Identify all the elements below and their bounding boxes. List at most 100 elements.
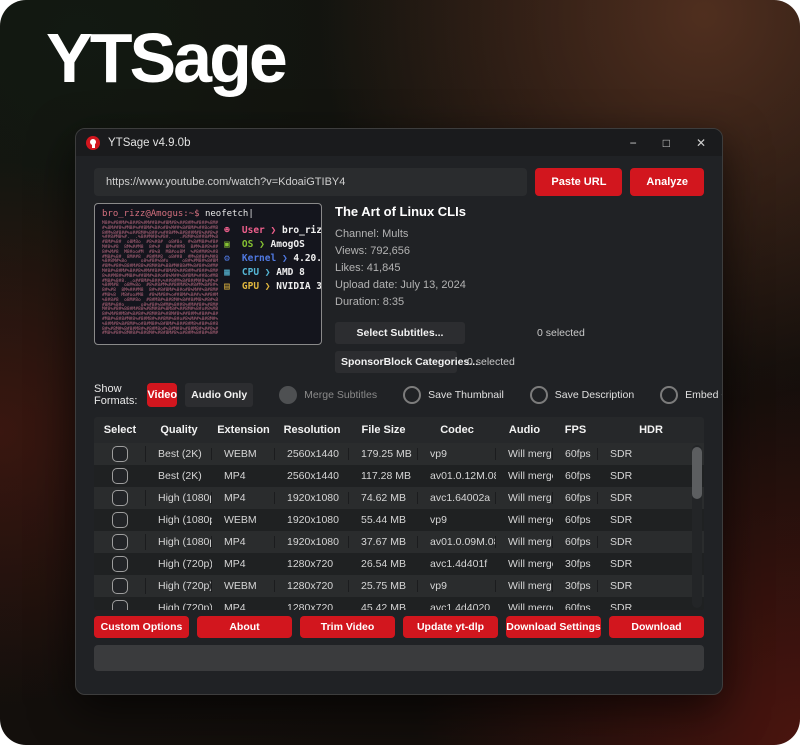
table-row[interactable]: High (720p)MP41280x72045.42 MBavc1.4d402… [94, 597, 704, 610]
row-checkbox[interactable] [112, 512, 128, 528]
select-cell [94, 534, 146, 550]
fps-cell: 60fps [553, 602, 598, 610]
codec-cell: avc1.4d401f [418, 558, 496, 570]
sponsorblock-button[interactable]: SponsorBlock Categories... [335, 351, 457, 373]
hdr-cell: SDR [598, 580, 704, 592]
table-row[interactable]: High (720p)WEBM1280x72025.75 MBvp9Will m… [94, 575, 704, 597]
maximize-button[interactable]: □ [663, 137, 670, 149]
table-row[interactable]: Best (2K)MP42560x1440117.28 MBav01.0.12M… [94, 465, 704, 487]
close-button[interactable]: ✕ [696, 137, 706, 149]
video-format-button[interactable]: Video [147, 383, 177, 407]
app-window: YTSage v4.9.0b − □ ✕ Paste URL Analyze b… [75, 128, 723, 695]
download-button[interactable]: Download [609, 616, 704, 638]
select-cell [94, 600, 146, 610]
checkbox-circle-icon[interactable] [530, 386, 548, 404]
video-info: The Art of Linux CLIs Channel: MultsView… [335, 203, 704, 373]
hdr-cell: SDR [598, 558, 704, 570]
checkbox-label: Save Description [555, 389, 634, 401]
column-header-audio: Audio [496, 424, 553, 436]
table-row[interactable]: High (1080p)MP41920x108037.67 MBav01.0.0… [94, 531, 704, 553]
gpu-icon: ▤ [224, 280, 236, 294]
table-row[interactable]: Best (2K)WEBM2560x1440179.25 MBvp9Will m… [94, 443, 704, 465]
analyze-button[interactable]: Analyze [630, 168, 704, 196]
table-row[interactable]: High (1080p)MP41920x108074.62 MBavc1.640… [94, 487, 704, 509]
paste-url-button[interactable]: Paste URL [535, 168, 622, 196]
column-header-file-size: File Size [349, 424, 418, 436]
video-meta-line: Upload date: July 13, 2024 [335, 277, 704, 294]
resolution-cell: 1280x720 [275, 602, 349, 610]
checkbox-save-description[interactable]: Save Description [530, 386, 634, 404]
table-header-row: SelectQualityExtensionResolutionFile Siz… [94, 417, 704, 443]
row-checkbox[interactable] [112, 446, 128, 462]
spec-line-kernel: ⚙ Kernel ❯ 4.20.69 [224, 252, 322, 266]
about-button[interactable]: About [197, 616, 292, 638]
filesize-cell: 55.44 MB [349, 514, 418, 526]
audio-cell: Will merge ... [496, 580, 553, 592]
checkbox-circle-icon[interactable] [403, 386, 421, 404]
window-controls: − □ ✕ [630, 137, 712, 149]
quality-cell: High (720p) [146, 558, 212, 570]
row-checkbox[interactable] [112, 556, 128, 572]
filesize-cell: 25.75 MB [349, 580, 418, 592]
url-input[interactable] [94, 168, 527, 196]
sponsorblock-row: SponsorBlock Categories... 0 selected [335, 351, 704, 373]
filesize-cell: 26.54 MB [349, 558, 418, 570]
row-checkbox[interactable] [112, 490, 128, 506]
row-checkbox[interactable] [112, 534, 128, 550]
window-titlebar: YTSage v4.9.0b − □ ✕ [76, 129, 722, 156]
terminal-prompt: bro_rizz@Amogus:~$ neofetch| [102, 209, 314, 219]
resolution-cell: 1280x720 [275, 558, 349, 570]
extension-cell: WEBM [212, 514, 275, 526]
audio-only-button[interactable]: Audio Only [185, 383, 253, 407]
action-buttons-row: Custom Options About Trim Video Update yt-d… [94, 616, 704, 638]
resolution-cell: 2560x1440 [275, 448, 349, 460]
extension-cell: WEBM [212, 448, 275, 460]
audio-cell: Will merge ... [496, 470, 553, 482]
media-row: bro_rizz@Amogus:~$ neofetch| M8#%#8#M#%8… [94, 203, 704, 373]
checkbox-save-thumbnail[interactable]: Save Thumbnail [403, 386, 504, 404]
select-cell [94, 446, 146, 462]
filesize-cell: 179.25 MB [349, 448, 418, 460]
extension-cell: MP4 [212, 602, 275, 610]
codec-cell: avc1.4d4020 [418, 602, 496, 610]
codec-cell: vp9 [418, 580, 496, 592]
trim-video-button[interactable]: Trim Video [300, 616, 395, 638]
row-checkbox[interactable] [112, 578, 128, 594]
spec-line-os: ▣ OS ❯ AmogOS [224, 238, 322, 252]
minimize-button[interactable]: − [630, 137, 637, 149]
sponsorblock-count: 0 selected [467, 356, 515, 368]
formats-row: Show Formats: Video Audio Only Merge Sub… [94, 383, 704, 407]
filesize-cell: 117.28 MB [349, 470, 418, 482]
quality-cell: High (720p) [146, 602, 212, 610]
table-row[interactable]: High (720p)MP41280x72026.54 MBavc1.4d401… [94, 553, 704, 575]
quality-cell: High (720p) [146, 580, 212, 592]
formats-table: SelectQualityExtensionResolutionFile Siz… [94, 417, 704, 610]
codec-cell: vp9 [418, 514, 496, 526]
video-meta-line: Duration: 8:35 [335, 294, 704, 311]
checkbox-label: Merge Subtitles [304, 389, 377, 401]
column-header-extension: Extension [212, 424, 275, 436]
custom-options-button[interactable]: Custom Options [94, 616, 189, 638]
checkbox-label: Save Thumbnail [428, 389, 504, 401]
update-yt-dlp-button[interactable]: Update yt-dlp [403, 616, 498, 638]
table-scrollbar[interactable] [692, 445, 702, 608]
audio-cell: Will merge ... [496, 514, 553, 526]
page-background: YTSage YTSage v4.9.0b − □ ✕ Paste URL An… [0, 0, 800, 745]
table-row[interactable]: High (1080p)WEBM1920x108055.44 MBvp9Will… [94, 509, 704, 531]
hero-title: YTSage [46, 18, 285, 98]
download-settings-button[interactable]: Download Settings [506, 616, 601, 638]
subtitles-count: 0 selected [537, 327, 585, 339]
window-title: YTSage v4.9.0b [108, 137, 190, 149]
video-meta-line: Views: 792,656 [335, 243, 704, 260]
select-cell [94, 468, 146, 484]
scrollbar-thumb[interactable] [692, 447, 702, 499]
codec-cell: avc1.64002a [418, 492, 496, 504]
ascii-art: M8#%#8#M#%8##8%#M##8#%#8M#8%##8#M%#8##%8… [102, 222, 218, 337]
row-checkbox[interactable] [112, 600, 128, 610]
checkbox-circle-icon[interactable] [660, 386, 678, 404]
checkbox-merge-subtitles: Merge Subtitles [279, 386, 377, 404]
checkbox-embed-chapters[interactable]: Embed Chapters [660, 386, 723, 404]
row-checkbox[interactable] [112, 468, 128, 484]
select-subtitles-button[interactable]: Select Subtitles... [335, 322, 465, 344]
neofetch-specs: ☻ User ❯ bro_rizz▣ OS ❯ AmogOS⚙ Kernel ❯… [224, 222, 322, 337]
